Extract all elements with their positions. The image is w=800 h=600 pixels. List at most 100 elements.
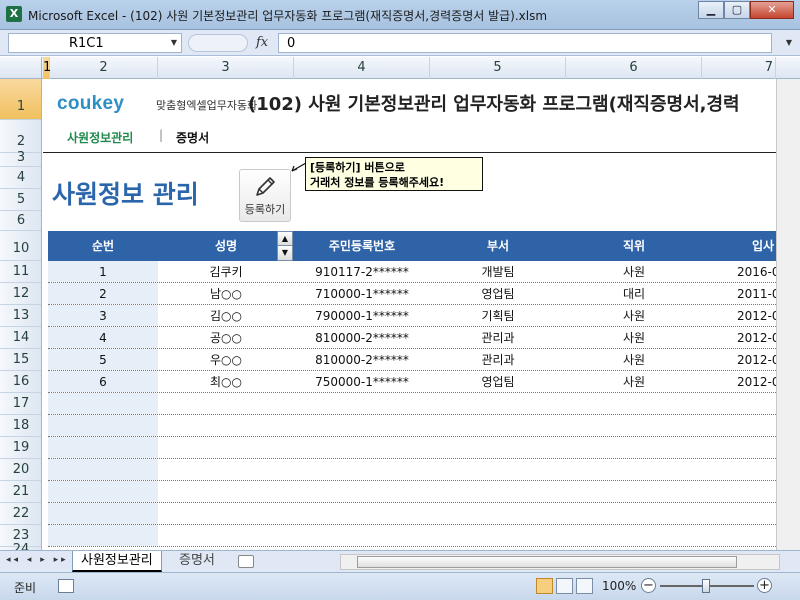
cell-department[interactable]: 영업팀 bbox=[430, 283, 566, 305]
cell-seq[interactable]: 2 bbox=[48, 283, 158, 305]
spinner-up-icon[interactable]: ▲ bbox=[278, 232, 292, 246]
table-row[interactable] bbox=[48, 437, 776, 459]
vertical-scrollbar[interactable] bbox=[776, 79, 800, 550]
header-join-date[interactable]: 입사 bbox=[702, 231, 776, 261]
zoom-in-button[interactable]: + bbox=[757, 578, 772, 593]
insert-sheet-icon[interactable] bbox=[238, 555, 254, 568]
cell-position[interactable]: 사원 bbox=[566, 327, 702, 349]
row-header[interactable]: 20 bbox=[0, 459, 41, 481]
row-header[interactable]: 16 bbox=[0, 371, 41, 393]
row-header[interactable]: 22 bbox=[0, 503, 41, 525]
row-header[interactable]: 19 bbox=[0, 437, 41, 459]
zoom-slider-thumb[interactable] bbox=[702, 579, 710, 593]
row-header[interactable]: 11 bbox=[0, 261, 41, 283]
row-header[interactable]: 14 bbox=[0, 327, 41, 349]
cell-name[interactable]: 남○○ bbox=[158, 283, 294, 305]
zoom-level[interactable]: 100% bbox=[602, 579, 636, 593]
cell-seq[interactable]: 4 bbox=[48, 327, 158, 349]
table-row[interactable] bbox=[48, 415, 776, 437]
cell-seq[interactable]: 5 bbox=[48, 349, 158, 371]
row-header[interactable]: 12 bbox=[0, 283, 41, 305]
page-layout-view-icon[interactable] bbox=[556, 578, 573, 594]
table-row[interactable]: 5 우○○ 810000-2****** 관리과 사원 2012-0 bbox=[48, 349, 776, 371]
row-header[interactable]: 5 bbox=[0, 189, 41, 211]
cell-position[interactable]: 사원 bbox=[566, 371, 702, 393]
table-row[interactable]: 2 남○○ 710000-1****** 영업팀 대리 2011-0 bbox=[48, 283, 776, 305]
cell-department[interactable]: 기획팀 bbox=[430, 305, 566, 327]
cell-name[interactable]: 최○○ bbox=[158, 371, 294, 393]
column-header-4[interactable]: 4 bbox=[294, 57, 430, 79]
cell-department[interactable]: 관리과 bbox=[430, 327, 566, 349]
formula-input[interactable]: 0 bbox=[278, 33, 772, 53]
cell-join-date[interactable]: 2012-0 bbox=[737, 349, 776, 371]
horizontal-scrollbar[interactable] bbox=[340, 554, 780, 570]
row-header[interactable]: 3 bbox=[0, 151, 41, 167]
cell-name[interactable]: 김쿠키 bbox=[158, 261, 294, 283]
row-header[interactable]: 17 bbox=[0, 393, 41, 415]
close-button[interactable]: ✕ bbox=[750, 1, 794, 19]
cell-join-date[interactable]: 2012-0 bbox=[737, 371, 776, 393]
table-row[interactable]: 1 김쿠키 910117-2****** 개발팀 사원 2016-0 bbox=[48, 261, 776, 283]
sheet-nav-arrows-icon[interactable]: ◂◂ ◂ ▸ ▸▸ bbox=[6, 555, 69, 565]
table-row[interactable] bbox=[48, 393, 776, 415]
table-row[interactable] bbox=[48, 481, 776, 503]
cell-position[interactable]: 사원 bbox=[566, 261, 702, 283]
header-name[interactable]: 성명 bbox=[158, 231, 294, 261]
table-row[interactable]: 3 김○○ 790000-1****** 기획팀 사원 2012-0 bbox=[48, 305, 776, 327]
excel-app-icon[interactable]: X bbox=[6, 6, 22, 22]
sort-spinner[interactable]: ▲ ▼ bbox=[277, 231, 293, 261]
formula-bar-splitter[interactable] bbox=[188, 34, 248, 52]
maximize-button[interactable]: ▢ bbox=[724, 1, 750, 19]
table-row[interactable] bbox=[48, 503, 776, 525]
insert-function-icon[interactable]: fx bbox=[256, 35, 268, 50]
expand-formula-bar-icon[interactable]: ▼ bbox=[786, 38, 792, 47]
cell-seq[interactable]: 6 bbox=[48, 371, 158, 393]
row-header[interactable]: 21 bbox=[0, 481, 41, 503]
horizontal-scroll-thumb[interactable] bbox=[357, 556, 737, 568]
header-position[interactable]: 직위 bbox=[566, 231, 702, 261]
header-department[interactable]: 부서 bbox=[430, 231, 566, 261]
cell-join-date[interactable]: 2012-0 bbox=[737, 305, 776, 327]
cell-department[interactable]: 영업팀 bbox=[430, 371, 566, 393]
row-header[interactable]: 6 bbox=[0, 211, 41, 231]
cell-name[interactable]: 우○○ bbox=[158, 349, 294, 371]
cell-resident-number[interactable]: 710000-1****** bbox=[294, 283, 430, 305]
row-header[interactable]: 1 bbox=[0, 79, 41, 120]
table-row[interactable] bbox=[48, 459, 776, 481]
header-seq[interactable]: 순번 bbox=[48, 231, 158, 261]
row-header[interactable]: 10 bbox=[0, 231, 41, 261]
nav-link-certificate[interactable]: 증명서 bbox=[176, 129, 209, 146]
worksheet-area[interactable]: coukey 맞춤형엑셀업무자동화 (102) 사원 기본정보관리 업무자동화 … bbox=[43, 79, 776, 550]
sheet-tab-employee[interactable]: 사원정보관리 bbox=[72, 551, 162, 572]
cell-department[interactable]: 개발팀 bbox=[430, 261, 566, 283]
nav-link-employee-management[interactable]: 사원정보관리 bbox=[67, 129, 133, 146]
cell-join-date[interactable]: 2011-0 bbox=[737, 283, 776, 305]
cell-resident-number[interactable]: 750000-1****** bbox=[294, 371, 430, 393]
select-all-corner[interactable] bbox=[0, 57, 42, 79]
row-header[interactable]: 13 bbox=[0, 305, 41, 327]
column-header-2[interactable]: 2 bbox=[50, 57, 158, 79]
column-header-6[interactable]: 6 bbox=[566, 57, 702, 79]
sheet-tab-certificate[interactable]: 증명서 bbox=[171, 551, 223, 572]
cell-resident-number[interactable]: 810000-2****** bbox=[294, 349, 430, 371]
row-header[interactable]: 18 bbox=[0, 415, 41, 437]
minimize-button[interactable]: ▁ bbox=[698, 1, 724, 19]
register-button[interactable]: 등록하기 bbox=[239, 169, 291, 222]
cell-join-date[interactable]: 2012-0 bbox=[737, 327, 776, 349]
cell-position[interactable]: 사원 bbox=[566, 305, 702, 327]
macro-record-icon[interactable] bbox=[58, 579, 74, 593]
cell-position[interactable]: 대리 bbox=[566, 283, 702, 305]
cell-seq[interactable]: 1 bbox=[48, 261, 158, 283]
row-header[interactable]: 2 bbox=[0, 120, 41, 153]
table-row[interactable]: 6 최○○ 750000-1****** 영업팀 사원 2012-0 bbox=[48, 371, 776, 393]
header-resident-number[interactable]: 주민등록번호 bbox=[294, 231, 430, 261]
zoom-out-button[interactable]: − bbox=[641, 578, 656, 593]
row-header[interactable]: 4 bbox=[0, 167, 41, 189]
cell-resident-number[interactable]: 810000-2****** bbox=[294, 327, 430, 349]
name-box[interactable]: R1C1 ▼ bbox=[8, 33, 182, 53]
cell-position[interactable]: 사원 bbox=[566, 349, 702, 371]
row-header[interactable]: 15 bbox=[0, 349, 41, 371]
page-break-view-icon[interactable] bbox=[576, 578, 593, 594]
column-header-1[interactable]: 1 bbox=[43, 57, 51, 79]
column-header-3[interactable]: 3 bbox=[158, 57, 294, 79]
